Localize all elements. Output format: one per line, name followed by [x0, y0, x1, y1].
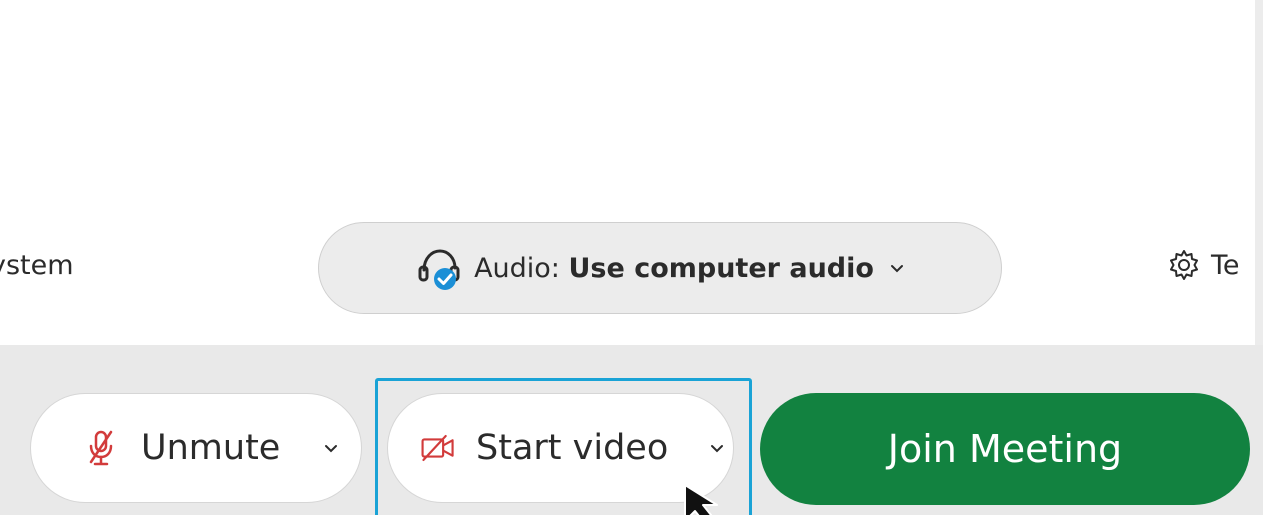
preview-area: ystem Audio: Use computer audio Te	[0, 0, 1263, 345]
panel-edge	[1255, 0, 1263, 345]
chevron-down-icon	[890, 265, 903, 273]
join-meeting-button[interactable]: Join Meeting	[760, 393, 1250, 505]
video-off-icon	[421, 434, 454, 462]
audio-selector-button[interactable]: Audio: Use computer audio	[318, 222, 1002, 314]
microphone-muted-icon	[89, 430, 113, 466]
start-video-button[interactable]: Start video	[387, 393, 734, 503]
unmute-label: Unmute	[141, 428, 281, 468]
mouse-cursor-icon	[684, 484, 718, 515]
chevron-down-icon[interactable]	[708, 439, 726, 457]
audio-value: Use computer audio	[568, 252, 874, 284]
gear-icon	[1170, 250, 1198, 280]
audio-prefix: Audio:	[474, 252, 569, 284]
system-label-fragment: ystem	[0, 250, 74, 281]
unmute-button[interactable]: Unmute	[30, 393, 362, 503]
test-speaker-link[interactable]: Te	[1167, 248, 1240, 282]
start-video-label: Start video	[476, 428, 669, 468]
audio-label: Audio: Use computer audio	[474, 253, 874, 284]
test-label-fragment: Te	[1211, 249, 1240, 281]
join-meeting-panel: ystem Audio: Use computer audio Te	[0, 0, 1263, 515]
headset-check-icon	[418, 249, 460, 290]
join-meeting-label: Join Meeting	[887, 427, 1123, 471]
chevron-down-icon[interactable]	[322, 439, 340, 457]
